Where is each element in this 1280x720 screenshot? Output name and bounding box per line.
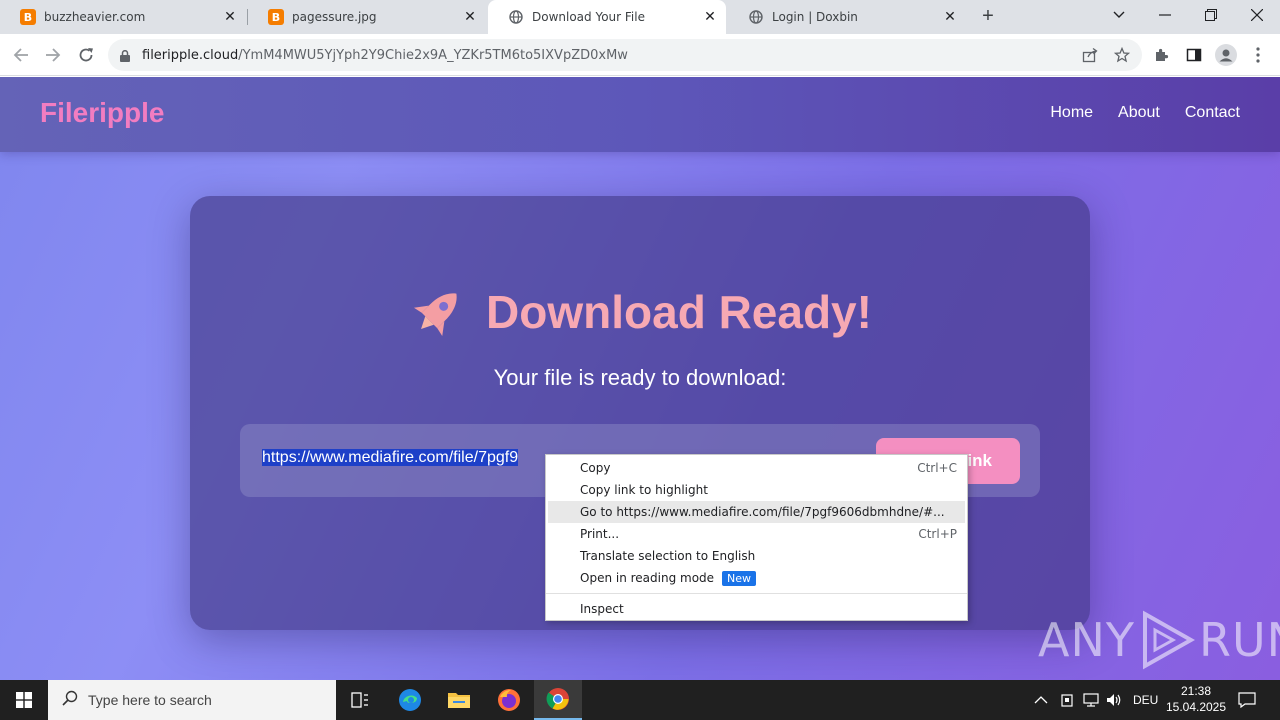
show-hidden-icons-chevron-icon[interactable] xyxy=(1034,680,1048,720)
context-menu-go-to-link[interactable]: Go to https://www.mediafire.com/file/7pg… xyxy=(548,501,965,523)
menu-item-label: Go to https://www.mediafire.com/file/7pg… xyxy=(580,505,945,519)
language-indicator[interactable]: DEU xyxy=(1133,680,1158,720)
close-tab-icon[interactable]: ✕ xyxy=(942,9,958,25)
file-explorer-icon[interactable] xyxy=(435,680,483,720)
windows-taskbar: Type here to search DEU 21:38 15.04.2025 xyxy=(0,680,1280,720)
task-view-icon[interactable] xyxy=(336,680,384,720)
site-header: Fileripple Home About Contact xyxy=(0,77,1280,152)
menu-item-label: Copy link to highlight xyxy=(580,483,708,497)
rocket-icon xyxy=(413,293,457,337)
taskbar-clock[interactable]: 21:38 15.04.2025 xyxy=(1160,683,1232,715)
new-tab-button[interactable]: + xyxy=(976,5,1000,29)
globe-icon xyxy=(748,9,764,25)
watermark-right: RUN xyxy=(1198,613,1280,667)
page-title: Download Ready! xyxy=(486,286,872,338)
nav-home-link[interactable]: Home xyxy=(1050,104,1093,122)
context-menu: Copy Ctrl+C Copy link to highlight Go to… xyxy=(545,454,968,621)
url-path: /YmM4MWU5YjYph2Y9Chie2x9A_YZKr5TM6to5IXV… xyxy=(238,47,628,63)
search-placeholder: Type here to search xyxy=(88,692,212,708)
taskbar-search-box[interactable]: Type here to search xyxy=(48,680,336,720)
menu-item-label: Translate selection to English xyxy=(580,549,756,563)
tab-search-chevron-icon[interactable] xyxy=(1096,0,1142,30)
url-host: fileripple.cloud xyxy=(142,47,239,63)
restore-icon[interactable] xyxy=(1188,0,1234,30)
notifications-icon[interactable] xyxy=(1238,680,1256,720)
tab-login-doxbin[interactable]: Login | Doxbin ✕ xyxy=(728,0,966,34)
title-row: Download Ready! xyxy=(190,282,1090,342)
tab-buzzheavier[interactable]: B buzzheavier.com ✕ xyxy=(0,0,246,34)
tab-title: buzzheavier.com xyxy=(44,10,146,24)
menu-kebab-icon[interactable] xyxy=(1246,43,1270,67)
tab-bar: B buzzheavier.com ✕ B pagessure.jpg ✕ Do… xyxy=(0,0,1280,34)
menu-item-label: Open in reading mode xyxy=(580,571,715,585)
browser-toolbar: fileripple.cloud/YmM4MWU5YjYph2Y9Chie2x9… xyxy=(0,34,1280,76)
blogger-icon: B xyxy=(268,9,284,25)
chrome-icon[interactable] xyxy=(534,680,582,720)
close-tab-icon[interactable]: ✕ xyxy=(462,9,478,25)
bookmark-star-icon[interactable] xyxy=(1110,43,1134,67)
new-badge: New xyxy=(722,570,757,586)
menu-divider xyxy=(546,593,967,594)
menu-item-shortcut: Ctrl+C xyxy=(917,461,957,475)
context-menu-translate[interactable]: Translate selection to English xyxy=(546,545,967,567)
volume-icon[interactable] xyxy=(1106,680,1122,720)
blogger-icon: B xyxy=(20,9,36,25)
context-menu-reading-mode[interactable]: Open in reading mode New xyxy=(546,567,967,589)
context-menu-copy[interactable]: Copy Ctrl+C xyxy=(546,457,967,479)
menu-item-label: Inspect xyxy=(580,602,624,616)
reload-icon[interactable] xyxy=(73,42,99,68)
edge-browser-icon[interactable] xyxy=(386,680,434,720)
windows-start-icon[interactable] xyxy=(0,680,48,720)
context-menu-print[interactable]: Print... Ctrl+P xyxy=(546,523,967,545)
site-logo[interactable]: Fileripple xyxy=(40,97,164,129)
menu-item-label: Print... xyxy=(580,527,620,541)
tab-title: pagessure.jpg xyxy=(292,10,377,24)
site-nav: Home About Contact xyxy=(1050,104,1240,122)
tab-download-your-file[interactable]: Download Your File ✕ xyxy=(488,0,726,34)
network-icon[interactable] xyxy=(1083,680,1099,720)
clock-time: 21:38 xyxy=(1180,684,1212,698)
address-bar[interactable]: fileripple.cloud/YmM4MWU5YjYph2Y9Chie2x9… xyxy=(108,39,1142,71)
firefox-icon[interactable] xyxy=(485,680,533,720)
extensions-puzzle-icon[interactable] xyxy=(1150,43,1174,67)
profile-avatar-icon[interactable] xyxy=(1214,43,1238,67)
tab-title: Download Your File xyxy=(532,10,645,24)
tab-title: Login | Doxbin xyxy=(772,10,858,24)
watermark-left: ANY xyxy=(1038,613,1135,667)
url-text: fileripple.cloud/YmM4MWU5YjYph2Y9Chie2x9… xyxy=(142,48,628,63)
close-tab-icon[interactable]: ✕ xyxy=(222,9,238,25)
share-icon[interactable] xyxy=(1078,43,1102,67)
clock-date: 15.04.2025 xyxy=(1165,700,1227,714)
tray-security-icon[interactable] xyxy=(1060,680,1074,720)
minimize-icon[interactable] xyxy=(1142,0,1188,30)
lock-icon[interactable] xyxy=(120,49,130,62)
menu-item-label: Copy xyxy=(580,461,611,475)
anyrun-watermark: ANY RUN xyxy=(1038,610,1280,670)
context-menu-inspect[interactable]: Inspect xyxy=(546,598,967,620)
side-panel-icon[interactable] xyxy=(1182,43,1206,67)
close-tab-icon[interactable]: ✕ xyxy=(702,9,718,25)
nav-contact-link[interactable]: Contact xyxy=(1185,104,1240,122)
selected-link-text: https://www.mediafire.com/file/7pgf9 xyxy=(262,449,519,466)
close-window-icon[interactable] xyxy=(1234,0,1280,30)
back-arrow-icon[interactable] xyxy=(8,42,34,68)
context-menu-copy-link-to-highlight[interactable]: Copy link to highlight xyxy=(546,479,967,501)
page-subtitle: Your file is ready to download: xyxy=(493,365,787,390)
nav-about-link[interactable]: About xyxy=(1118,104,1160,122)
play-triangle-icon xyxy=(1142,610,1195,670)
menu-item-shortcut: Ctrl+P xyxy=(918,527,957,541)
forward-arrow-icon[interactable] xyxy=(40,42,66,68)
search-icon xyxy=(62,690,78,711)
tab-pagessure[interactable]: B pagessure.jpg ✕ xyxy=(248,0,486,34)
globe-icon xyxy=(508,9,524,25)
